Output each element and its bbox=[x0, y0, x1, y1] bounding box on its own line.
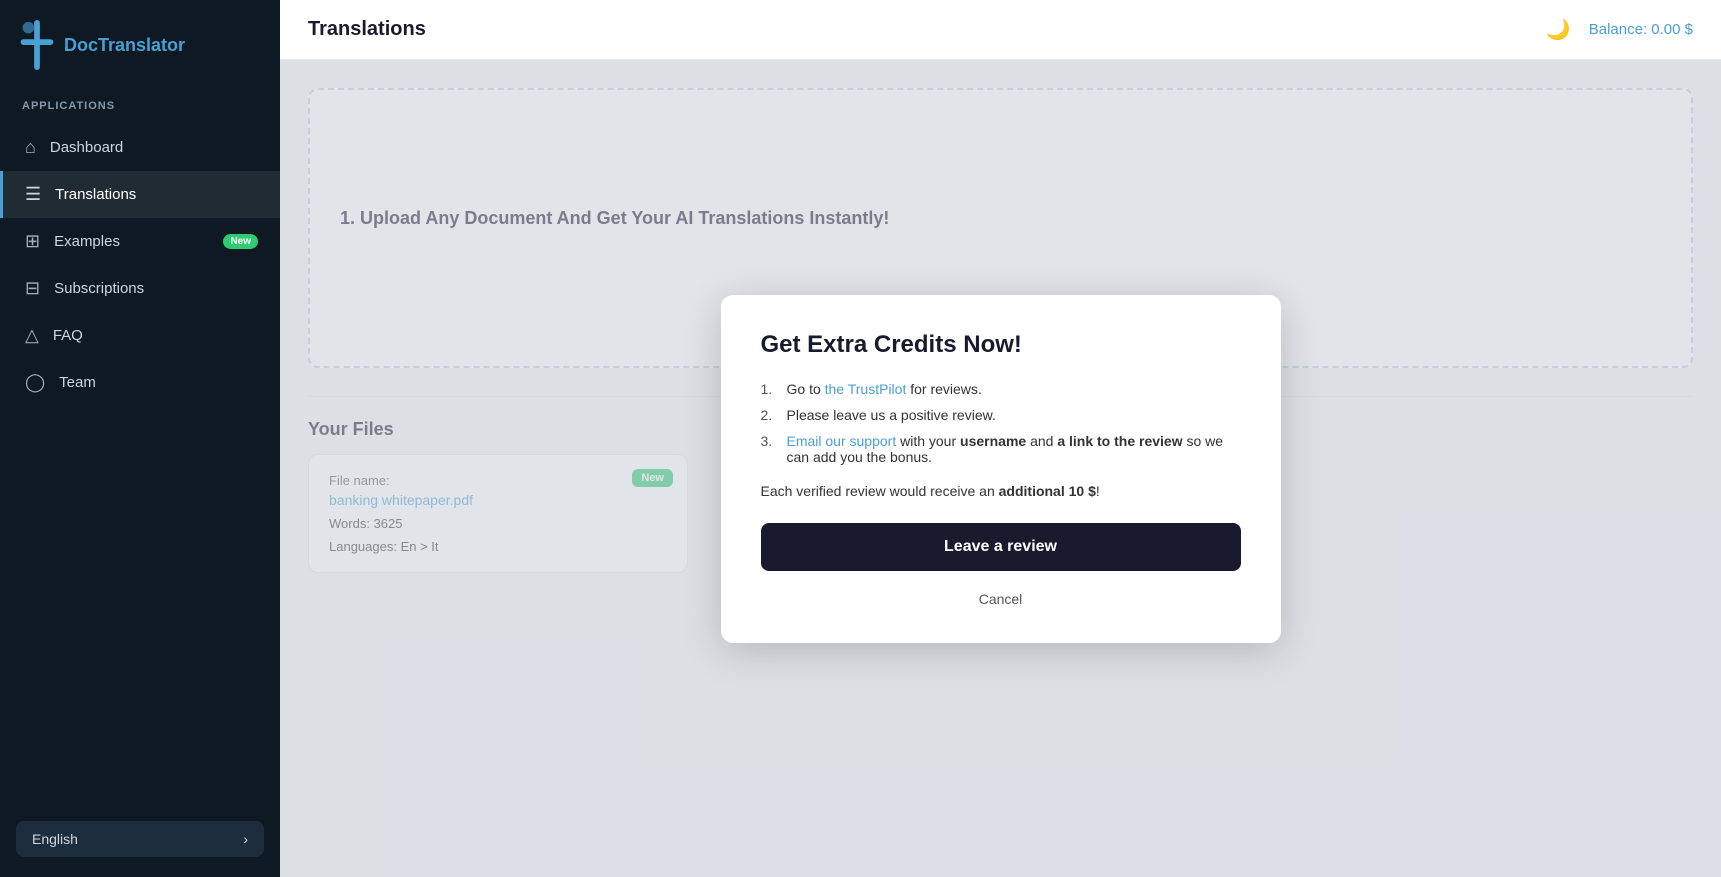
balance-display: Balance: 0.00 $ bbox=[1589, 21, 1693, 38]
logo-text: DocTranslator bbox=[64, 35, 185, 56]
sidebar-item-translations[interactable]: ☰ Translations bbox=[0, 171, 280, 218]
sidebar-item-dashboard[interactable]: ⌂ Dashboard bbox=[0, 124, 280, 171]
home-icon: ⌂ bbox=[25, 137, 36, 158]
team-icon: ◯ bbox=[25, 372, 45, 393]
trustpilot-link[interactable]: the TrustPilot bbox=[825, 381, 907, 397]
modal-steps: 1. Go to the TrustPilot for reviews. 2. … bbox=[761, 381, 1241, 465]
sidebar-item-label: FAQ bbox=[53, 327, 83, 344]
sidebar-nav: ⌂ Dashboard ☰ Translations ⊞ Examples Ne… bbox=[0, 120, 280, 805]
faq-icon: △ bbox=[25, 325, 39, 346]
subscriptions-icon: ⊟ bbox=[25, 278, 40, 299]
sidebar-item-label: Subscriptions bbox=[54, 280, 144, 297]
modal-bonus-text: Each verified review would receive an ad… bbox=[761, 483, 1241, 499]
step-num-3: 3. bbox=[761, 433, 781, 465]
examples-badge: New bbox=[223, 234, 258, 249]
bonus-amount: additional 10 $ bbox=[999, 483, 1096, 499]
sidebar-item-faq[interactable]: △ FAQ bbox=[0, 312, 280, 359]
logo-icon bbox=[20, 20, 54, 70]
modal-step-1: 1. Go to the TrustPilot for reviews. bbox=[761, 381, 1241, 397]
sidebar-item-label: Team bbox=[59, 374, 96, 391]
topbar-right: 🌙 Balance: 0.00 $ bbox=[1546, 17, 1693, 42]
modal-step-3: 3. Email our support with your username … bbox=[761, 433, 1241, 465]
sidebar-item-label: Dashboard bbox=[50, 139, 123, 156]
language-label: English bbox=[32, 831, 78, 847]
page-content: 1. Upload Any Document And Get Your AI T… bbox=[280, 60, 1721, 877]
cancel-button[interactable]: Cancel bbox=[761, 583, 1241, 615]
sidebar-item-examples[interactable]: ⊞ Examples New bbox=[0, 218, 280, 265]
modal-overlay: Get Extra Credits Now! 1. Go to the Trus… bbox=[280, 60, 1721, 877]
modal-title: Get Extra Credits Now! bbox=[761, 331, 1241, 359]
step-num-1: 1. bbox=[761, 381, 781, 397]
sidebar-item-subscriptions[interactable]: ⊟ Subscriptions bbox=[0, 265, 280, 312]
step-num-2: 2. bbox=[761, 407, 781, 423]
main-content: Translations 🌙 Balance: 0.00 $ 1. Upload… bbox=[280, 0, 1721, 877]
page-title: Translations bbox=[308, 18, 426, 41]
leave-review-button[interactable]: Leave a review bbox=[761, 523, 1241, 571]
applications-label: APPLICATIONS bbox=[0, 90, 280, 120]
email-support-link[interactable]: Email our support bbox=[787, 433, 897, 449]
sidebar: DocTranslator APPLICATIONS ⌂ Dashboard ☰… bbox=[0, 0, 280, 877]
modal: Get Extra Credits Now! 1. Go to the Trus… bbox=[721, 295, 1281, 643]
sidebar-item-label: Examples bbox=[54, 233, 120, 250]
sidebar-item-team[interactable]: ◯ Team bbox=[0, 359, 280, 406]
modal-step-2: 2. Please leave us a positive review. bbox=[761, 407, 1241, 423]
topbar: Translations 🌙 Balance: 0.00 $ bbox=[280, 0, 1721, 60]
sidebar-item-label: Translations bbox=[55, 186, 136, 203]
language-selector[interactable]: English › bbox=[16, 821, 264, 857]
examples-icon: ⊞ bbox=[25, 231, 40, 252]
chevron-right-icon: › bbox=[243, 831, 248, 847]
translations-icon: ☰ bbox=[25, 184, 41, 205]
sidebar-logo: DocTranslator bbox=[0, 0, 280, 90]
dark-mode-icon[interactable]: 🌙 bbox=[1546, 17, 1571, 42]
